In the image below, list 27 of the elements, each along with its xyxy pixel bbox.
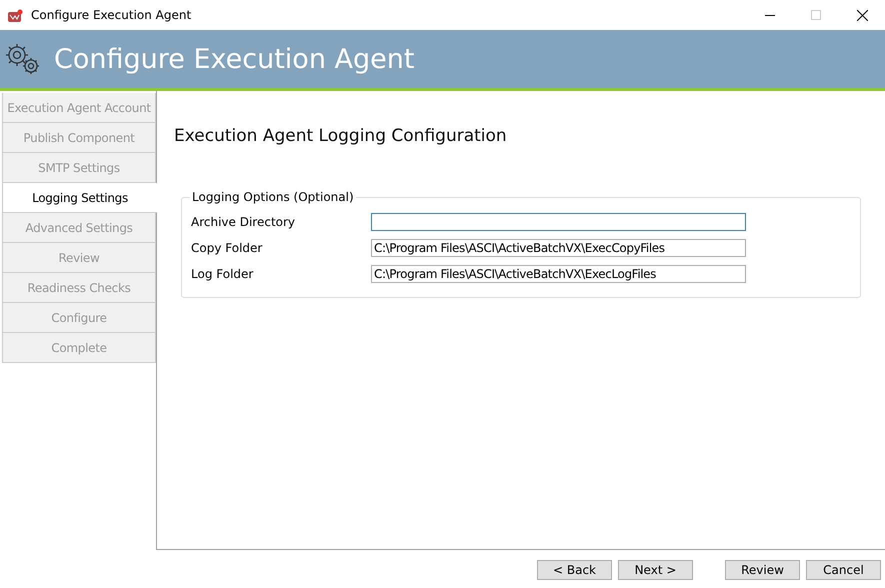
sidebar-item[interactable]: Review bbox=[2, 243, 156, 273]
sidebar-item[interactable]: Publish Component bbox=[2, 123, 156, 153]
sidebar-item[interactable]: SMTP Settings bbox=[2, 153, 156, 183]
wizard-button[interactable]: Cancel bbox=[806, 560, 881, 580]
page-title: Execution Agent Logging Configuration bbox=[174, 126, 508, 146]
wizard-button[interactable]: < Back bbox=[537, 560, 612, 580]
sidebar-item[interactable]: Execution Agent Account bbox=[2, 93, 156, 123]
sidebar-item[interactable]: Configure bbox=[2, 303, 156, 333]
input-field[interactable]: C:\Program Files\ASCI\ActiveBatchVX\ExecCopyFiles bbox=[371, 239, 746, 257]
field-label: Copy Folder bbox=[191, 241, 264, 255]
input-field[interactable] bbox=[371, 213, 746, 231]
wizard-button[interactable]: Review bbox=[725, 560, 800, 580]
group-title: Logging Options (Optional) bbox=[191, 190, 355, 204]
field-label: Log Folder bbox=[191, 267, 254, 281]
sidebar-item[interactable]: Advanced Settings bbox=[2, 213, 156, 243]
field-label: Archive Directory bbox=[191, 215, 296, 229]
app-icon bbox=[8, 8, 23, 22]
input-field[interactable]: C:\Program Files\ASCI\ActiveBatchVX\ExecLogFiles bbox=[371, 265, 746, 283]
header-title: Configure Execution Agent bbox=[54, 44, 414, 74]
wizard-button[interactable]: Next > bbox=[618, 560, 693, 580]
sidebar-item[interactable]: Complete bbox=[2, 333, 156, 363]
window-title: Configure Execution Agent bbox=[31, 8, 192, 22]
sidebar-item[interactable]: Readiness Checks bbox=[2, 273, 156, 303]
sidebar-item[interactable]: Logging Settings bbox=[2, 183, 157, 213]
close-icon bbox=[856, 10, 868, 20]
gears-icon bbox=[4, 42, 41, 76]
maximize-icon bbox=[811, 10, 821, 20]
